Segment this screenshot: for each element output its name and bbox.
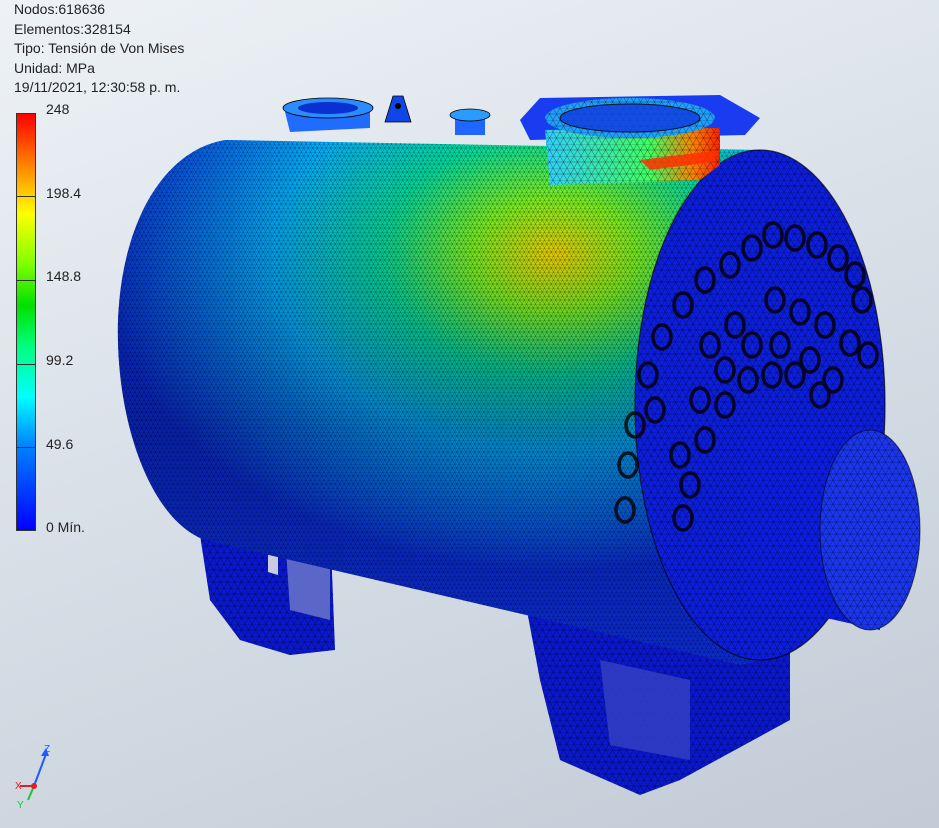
legend-label: 148.8 (46, 268, 82, 284)
result-type: Tipo: Tensión de Von Mises (14, 40, 185, 56)
lifting-lug (384, 95, 412, 123)
z-axis-line (33, 753, 47, 787)
legend-label-max: 248 (46, 101, 70, 117)
result-timestamp: 19/11/2021, 12:30:58 p. m. (14, 79, 181, 95)
legend-tick (16, 280, 36, 281)
color-legend-bar (16, 113, 36, 531)
legend-label: 198.4 (46, 185, 82, 201)
y-axis-label: Y (17, 800, 24, 811)
legend-tick (16, 447, 36, 448)
x-axis-label: X (15, 781, 22, 792)
result-unit: Unidad: MPa (14, 59, 95, 76)
legend-label-min: 0 Mín. (46, 519, 85, 535)
legend-tick (16, 530, 36, 531)
legend-tick (16, 113, 36, 114)
z-axis-label: Z (44, 744, 50, 755)
axis-triad[interactable]: Z X Y (14, 742, 58, 812)
element-count: Elementos:328154 (14, 20, 131, 37)
node-count: Nodos:618636 (14, 1, 106, 17)
legend-tick (16, 196, 36, 197)
small-nozzle-middle (449, 108, 491, 135)
triad-origin (31, 783, 37, 789)
burner-tube (745, 425, 921, 631)
model-info-panel: Nodos:618636 Elementos:328154 Tipo: Tens… (14, 0, 184, 98)
legend-label: 99.2 (46, 352, 74, 368)
legend-tick (16, 364, 36, 365)
legend-label: 49.6 (46, 436, 74, 452)
stress-model-viewport[interactable] (0, 0, 939, 828)
small-nozzle-left (282, 97, 374, 132)
